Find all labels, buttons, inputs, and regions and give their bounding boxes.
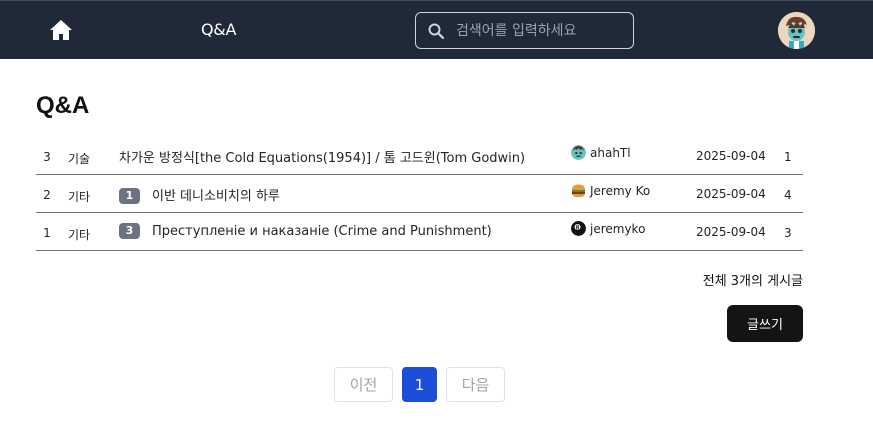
post-views: 1: [784, 150, 792, 164]
post-author-name: Jeremy Ko: [590, 184, 651, 198]
post-author[interactable]: ahahTl: [571, 145, 631, 160]
pagination-next-button[interactable]: 다음: [446, 367, 505, 402]
pagination-page-1[interactable]: 1: [402, 367, 437, 402]
pagination-prev-button[interactable]: 이전: [334, 367, 393, 402]
post-views: 3: [784, 226, 792, 240]
post-views: 4: [784, 188, 792, 202]
post-number: 2: [43, 188, 51, 202]
post-date: 2025-09-04: [696, 187, 766, 201]
burger-icon: [572, 184, 585, 197]
post-author[interactable]: Jeremy Ko: [571, 183, 650, 198]
post-date: 2025-09-04: [696, 225, 766, 239]
home-button[interactable]: [48, 17, 74, 43]
post-category: 기타: [68, 190, 91, 204]
post-number: 1: [43, 226, 51, 240]
nav-link-qa[interactable]: Q&A: [201, 20, 236, 39]
post-title-link[interactable]: 1 이반 데니소비치의 하루: [119, 185, 280, 204]
search-icon: [428, 23, 444, 39]
post-row[interactable]: 2 기타 1 이반 데니소비치의 하루 Jeremy Ko 2025-09-04 …: [36, 175, 803, 213]
post-title-text: Преступленіе и наказаніе (Crime and Puni…: [152, 224, 492, 239]
total-post-count: 전체 3개의 게시글: [702, 274, 803, 289]
home-icon: [50, 20, 72, 40]
post-title-link[interactable]: 3 Преступленіе и наказаніе (Crime and Pun…: [119, 223, 492, 239]
post-title-link[interactable]: 차가운 방정식[the Cold Equations(1954)] / 톰 고드…: [119, 147, 525, 166]
post-title-text: 이반 데니소비치의 하루: [152, 189, 280, 204]
post-row[interactable]: 3 기술 차가운 방정식[the Cold Equations(1954)] /…: [36, 137, 803, 175]
page-title: Q&A: [36, 92, 90, 119]
search-box[interactable]: [415, 12, 634, 49]
avatar[interactable]: [778, 12, 815, 49]
post-category: 기타: [68, 228, 91, 242]
post-author-name: ahahTl: [590, 146, 631, 160]
post-list: 3 기술 차가운 방정식[the Cold Equations(1954)] /…: [36, 137, 803, 251]
zombie-icon: [571, 145, 586, 160]
8ball-icon: [571, 221, 586, 236]
post-date: 2025-09-04: [696, 149, 766, 163]
zombie-avatar-icon: [778, 12, 815, 49]
comment-count-badge: 3: [119, 223, 140, 239]
post-author[interactable]: jeremyko: [571, 221, 645, 236]
write-post-button[interactable]: 글쓰기: [727, 305, 803, 342]
post-number: 3: [43, 150, 51, 164]
post-row[interactable]: 1 기타 3 Преступленіе и наказаніе (Crime an…: [36, 213, 803, 251]
search-input[interactable]: [456, 19, 626, 43]
comment-count-badge: 1: [119, 188, 140, 204]
post-author-name: jeremyko: [590, 222, 646, 236]
post-category: 기술: [68, 152, 91, 166]
top-navbar: Q&A: [0, 0, 873, 59]
